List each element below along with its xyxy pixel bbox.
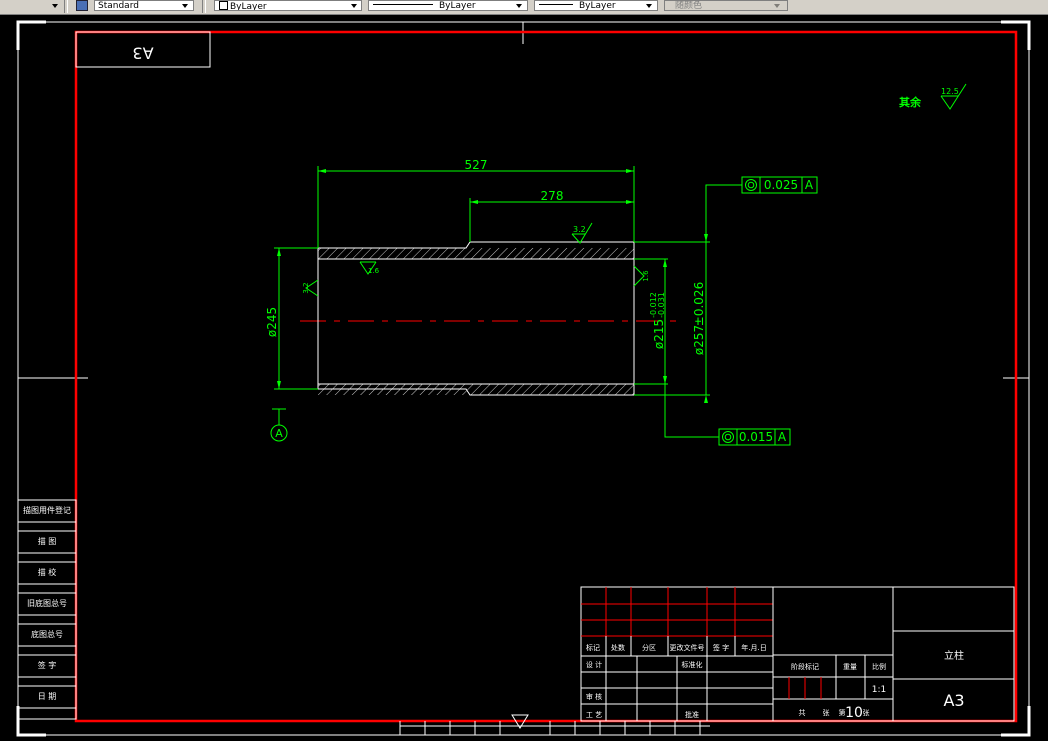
concentricity-icon [722, 431, 734, 443]
chevron-down-icon[interactable] [349, 1, 359, 10]
left-strip-row: 签 字 [38, 660, 57, 670]
dim-inner-dia: ø245 [265, 307, 279, 337]
linetype-select[interactable]: ByLayer [368, 0, 528, 11]
toolbar-separator [64, 0, 68, 13]
linetype-preview-icon [373, 4, 433, 5]
text-style-select[interactable]: Standard [94, 0, 194, 11]
tb-scale: 比例 [872, 662, 886, 671]
tb-row-review: 审 核 [586, 692, 602, 701]
gdt-bottom-datum: A [778, 430, 787, 444]
tb-sheet-value: 10 [845, 705, 863, 721]
tb-header-label: 分区 [642, 643, 656, 652]
gdt-top-datum: A [805, 178, 814, 192]
layer-value: ByLayer [230, 2, 267, 11]
drawing-canvas[interactable]: A3 其余 12.5 527 278 ø245 ø215 -0.012 -0.0… [0, 14, 1048, 741]
linetype-value: ByLayer [439, 1, 476, 11]
roughness-mark-inner: 1.6 [368, 267, 380, 275]
tb-header-label: 标记 [586, 643, 600, 652]
part-section [317, 241, 635, 396]
datum-label: A [275, 427, 283, 440]
left-strip-row: 旧底图总号 [27, 598, 67, 608]
tb-sheets-total: 共 [799, 708, 806, 717]
gdt-top-value: 0.025 [764, 178, 798, 192]
layer-select[interactable]: ByLayer [214, 0, 362, 11]
left-strip-row: 日 期 [38, 692, 57, 701]
tb-header-label: 签 字 [713, 643, 729, 652]
gdt-leader-top [705, 184, 742, 242]
properties-toolbar: Standard ByLayer ByLayer ByLayer 随颜色 [0, 0, 1048, 15]
dim-bore-tol-lower: -0.031 [657, 292, 666, 318]
chevron-down-icon[interactable] [514, 1, 524, 10]
left-strip [17, 499, 77, 720]
tb-part-name: 立柱 [944, 649, 964, 662]
text-style-value: Standard [98, 1, 139, 11]
tb-sheet-size: A3 [943, 691, 964, 710]
dropdown-arrow-icon[interactable] [50, 1, 60, 10]
left-strip-row: 底图总号 [31, 629, 63, 639]
lineweight-select[interactable]: ByLayer [534, 0, 658, 11]
tb-header-label: 更改文件号 [670, 643, 705, 652]
drawing-frame [74, 30, 1018, 723]
dim-bore-dia: ø215 [652, 319, 666, 349]
color-swatch-icon [219, 1, 228, 10]
tb-weight: 重量 [843, 663, 857, 671]
dim-outer-tol: ±0.026 [692, 282, 706, 326]
roughness-note: 其余 [899, 95, 922, 109]
tb-stage-mark: 阶段标记 [791, 662, 819, 671]
roughness-mark-left: 3.2 [302, 282, 310, 293]
bottom-ruler [399, 721, 710, 735]
gdt-leader-bottom [664, 384, 719, 438]
plot-style-value: 随颜色 [675, 1, 703, 11]
roughness-default-value: 12.5 [941, 87, 959, 96]
plot-style-select[interactable]: 随颜色 [664, 0, 788, 11]
chevron-down-icon[interactable] [180, 1, 190, 10]
sheet-border [17, 21, 1030, 736]
dim-overall-length: 527 [465, 158, 488, 172]
left-strip-row: 描 图 [38, 536, 57, 546]
centering-marks [18, 22, 1029, 379]
tb-row-process: 工 艺 [586, 711, 602, 719]
lineweight-preview-icon [539, 4, 573, 5]
tb-sheet-unit: 张 [863, 708, 870, 717]
tb-header-label: 处数 [611, 643, 625, 652]
dim-outer-dia: ø257 [692, 325, 706, 355]
sheet-label-mirrored: A3 [132, 44, 153, 63]
gdt-bottom-value: 0.015 [739, 430, 773, 444]
roughness-mark-top: 3.2 [573, 225, 586, 234]
left-strip-row: 描 校 [38, 567, 57, 577]
chevron-down-icon[interactable] [644, 1, 654, 10]
corner-marks [16, 20, 1031, 737]
toolbar-separator [202, 0, 206, 13]
lineweight-value: ByLayer [579, 1, 616, 11]
dim-step-length: 278 [541, 189, 564, 203]
dimension-arrows [277, 169, 708, 403]
chevron-down-icon[interactable] [772, 1, 782, 10]
roughness-mark-right: 1.6 [642, 270, 650, 282]
tb-sheets-unit: 张 [823, 708, 830, 717]
tb-row-std: 标准化 [682, 660, 703, 669]
tb-row-design: 设 计 [586, 660, 602, 669]
concentricity-icon [745, 179, 757, 191]
text-style-icon [76, 0, 88, 11]
tb-scale-value: 1:1 [872, 685, 886, 695]
tb-row-approve: 批准 [685, 710, 699, 719]
tb-header-label: 年.月.日 [741, 643, 766, 652]
left-strip-row: 描图用件登记 [23, 505, 71, 515]
